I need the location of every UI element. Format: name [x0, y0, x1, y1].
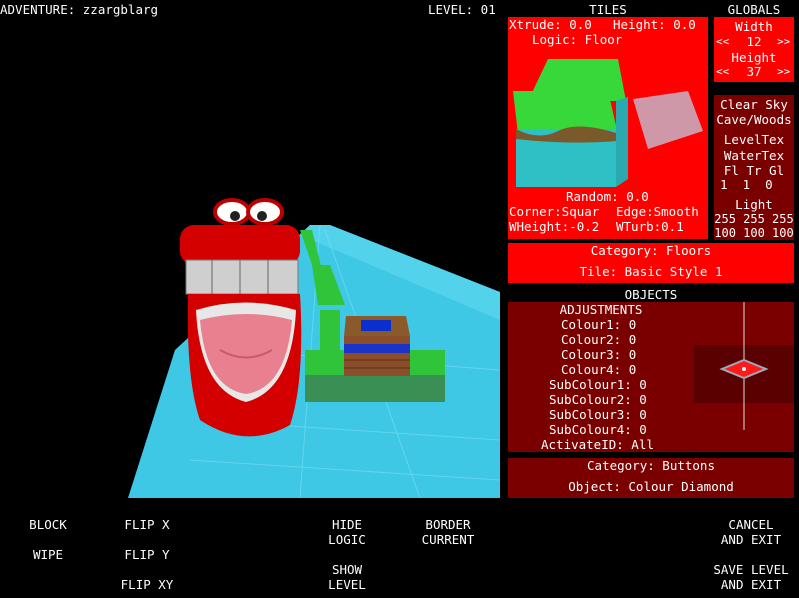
tiles-panel[interactable]: Xtrude: 0.0 Height: 0.0 Logic: Floor Ran…	[508, 17, 708, 239]
object-category-panel[interactable]: Category: Buttons Object: Colour Diamond	[508, 458, 794, 498]
globals-height-value: 37	[746, 64, 762, 79]
tile-wheight[interactable]: WHeight:-0.2	[509, 219, 599, 234]
tile-wturb[interactable]: WTurb:0.1	[616, 219, 684, 234]
tile-random[interactable]: Random: 0.0	[566, 189, 649, 204]
block-button[interactable]: BLOCK	[18, 517, 78, 532]
chatter-teeth-character	[180, 198, 302, 437]
tile-logic[interactable]: Logic: Floor	[532, 32, 622, 47]
globals-width-value: 12	[746, 34, 762, 49]
watertex-option[interactable]: WaterTex	[714, 148, 794, 163]
light-values-row2[interactable]: 100 100 100	[714, 226, 794, 241]
width-increase-button[interactable]: >>	[777, 34, 790, 49]
globals-size-panel: Width << 12 >> Height << 37 >>	[714, 17, 794, 82]
object-preview	[694, 302, 794, 430]
adjust-colour4[interactable]: Colour4: 0	[561, 362, 636, 377]
object-name[interactable]: Object: Colour Diamond	[508, 479, 794, 494]
crate-stripe	[344, 344, 410, 353]
wipe-button[interactable]: WIPE	[18, 547, 78, 562]
tile-xtrude[interactable]: Xtrude: 0.0	[509, 17, 592, 32]
adjust-colour2[interactable]: Colour2: 0	[561, 332, 636, 347]
tile-height[interactable]: Height: 0.0	[613, 17, 696, 32]
light-values-row1[interactable]: 255 255 255	[714, 212, 794, 227]
crate-blue-button	[361, 320, 391, 331]
globals-title: GLOBALS	[727, 2, 781, 17]
level-3d-scene	[128, 198, 500, 498]
fl-tr-gl-values[interactable]: 1 1 0	[720, 177, 773, 192]
tiles-title: TILES	[589, 2, 627, 17]
fl-tr-gl-label: Fl Tr Gl	[723, 163, 785, 178]
cancel-exit-button[interactable]: CANCEL AND EXIT	[705, 517, 797, 547]
width-decrease-button[interactable]: <<	[716, 34, 729, 49]
adjust-colour3[interactable]: Colour3: 0	[561, 347, 636, 362]
globals-width-label: Width	[735, 19, 773, 34]
adjust-subcolour1[interactable]: SubColour1: 0	[549, 377, 647, 392]
tile-category-panel[interactable]: Category: Floors Tile: Basic Style 1	[508, 243, 794, 283]
tile-preview	[513, 59, 703, 187]
adjustments-title: ADJUSTMENTS	[559, 302, 643, 317]
flip-y-button[interactable]: FLIP Y	[112, 547, 182, 562]
height-decrease-button[interactable]: <<	[716, 64, 729, 79]
tile-corner[interactable]: Corner:Squar	[509, 204, 599, 219]
border-current-button[interactable]: BORDER CURRENT	[410, 517, 486, 547]
height-increase-button[interactable]: >>	[777, 64, 790, 79]
flip-x-button[interactable]: FLIP X	[112, 517, 182, 532]
show-level-button[interactable]: SHOW LEVEL	[312, 562, 382, 592]
hide-logic-button[interactable]: HIDE LOGIC	[312, 517, 382, 547]
cave-option[interactable]: Cave/Woods	[714, 112, 794, 127]
level-viewport[interactable]	[0, 20, 500, 498]
adventure-name: ADVENTURE: zzargblarg	[0, 2, 159, 17]
sky-option[interactable]: Clear Sky	[714, 97, 794, 112]
adjust-subcolour3[interactable]: SubColour3: 0	[549, 407, 647, 422]
tile-edge[interactable]: Edge:Smooth	[616, 204, 699, 219]
objects-panel: ADJUSTMENTS Colour1: 0 Colour2: 0 Colour…	[508, 302, 794, 452]
save-exit-button[interactable]: SAVE LEVEL AND EXIT	[705, 562, 797, 592]
object-category[interactable]: Category: Buttons	[508, 458, 794, 473]
objects-title: OBJECTS	[624, 287, 678, 302]
crate-body	[344, 336, 410, 376]
adjust-activateid[interactable]: ActivateID: All	[541, 437, 654, 452]
leveltex-option[interactable]: LevelTex	[714, 132, 794, 147]
grass-platform-side	[305, 375, 445, 402]
adjust-subcolour2[interactable]: SubColour2: 0	[549, 392, 647, 407]
globals-env-panel: Clear Sky Cave/Woods LevelTex WaterTex F…	[714, 95, 794, 240]
adjust-colour1[interactable]: Colour1: 0	[561, 317, 636, 332]
globals-height-label: Height	[731, 50, 777, 65]
light-label: Light	[735, 197, 773, 212]
tile-category[interactable]: Category: Floors	[508, 243, 794, 258]
adjust-subcolour4[interactable]: SubColour4: 0	[549, 422, 647, 437]
flip-xy-button[interactable]: FLIP XY	[112, 577, 182, 592]
level-number: LEVEL: 01	[428, 2, 496, 17]
grass-column	[320, 310, 340, 350]
tile-name[interactable]: Tile: Basic Style 1	[508, 264, 794, 279]
